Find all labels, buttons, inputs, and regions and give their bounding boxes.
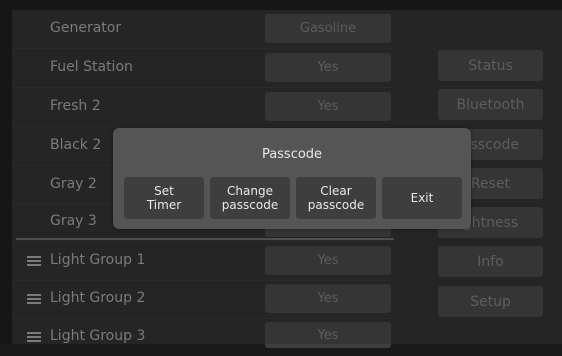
change-passcode-button[interactable]: Change passcode <box>210 177 290 219</box>
set-timer-button[interactable]: Set Timer <box>124 177 204 219</box>
dialog-title: Passcode <box>261 147 323 162</box>
passcode-dialog: Passcode Set Timer Change passcode Clear pa… <box>113 128 471 229</box>
exit-button[interactable]: Exit <box>382 177 462 219</box>
clear-passcode-button[interactable]: Clear passcode <box>296 177 376 219</box>
